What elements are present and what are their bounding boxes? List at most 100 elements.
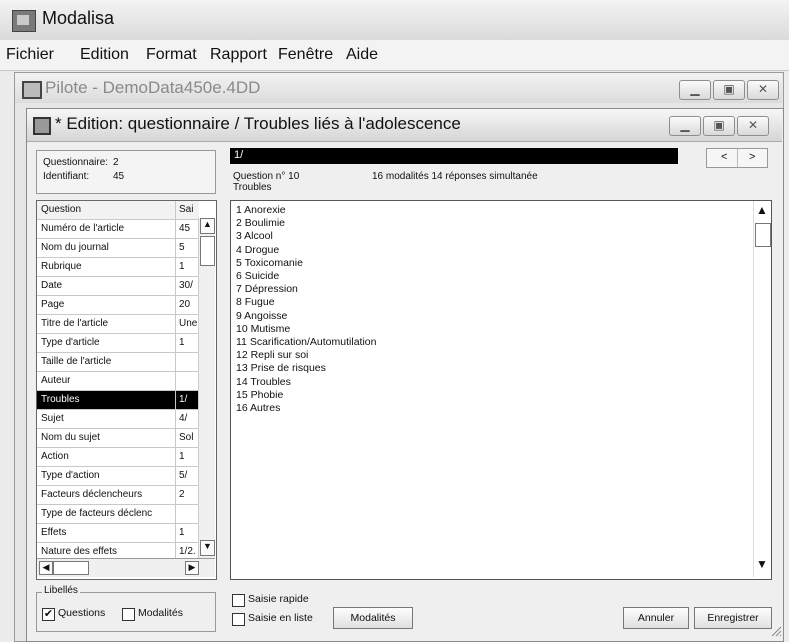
saisie-liste-checkbox[interactable]	[232, 613, 245, 626]
scroll-right-icon[interactable]: ▶	[185, 561, 199, 575]
questionnaire-label: Questionnaire:	[43, 157, 109, 168]
grid-cell-saisie: 1	[179, 261, 185, 272]
app-logo-icon	[12, 10, 36, 32]
grid-cell-question: Rubrique	[41, 261, 82, 272]
grid-cell-saisie: 1/	[179, 394, 188, 405]
grid-cell-question: Nature des effets	[41, 546, 117, 557]
grid-row[interactable]: Action 1	[37, 448, 199, 467]
pilote-maximize-button[interactable]: ▣	[713, 80, 745, 100]
grid-row[interactable]: Auteur	[37, 372, 199, 391]
grid-cell-saisie: 2	[179, 489, 185, 500]
resize-grip-icon[interactable]	[770, 624, 782, 637]
grid-row[interactable]: Sujet 4/	[37, 410, 199, 429]
questions-checkbox[interactable]: ✔	[42, 608, 55, 621]
scroll-thumb[interactable]	[755, 223, 771, 247]
grid-row[interactable]: Taille de l'article	[37, 353, 199, 372]
menu-edition[interactable]: Edition	[80, 46, 129, 64]
question-navigation: < >	[706, 148, 768, 168]
grid-row[interactable]: Date 30/	[37, 277, 199, 296]
grid-row[interactable]: Type d'article 1	[37, 334, 199, 353]
answer-field[interactable]	[230, 148, 678, 164]
window-icon	[22, 81, 42, 99]
grid-cell-saisie: 1	[179, 337, 185, 348]
list-vertical-scrollbar[interactable]: ▲ ▼	[753, 201, 771, 577]
modalites-button[interactable]: Modalités	[333, 607, 413, 629]
menu-fenetre[interactable]: Fenêtre	[278, 46, 333, 64]
grid-row[interactable]: Type de facteurs déclenc	[37, 505, 199, 524]
next-question-button[interactable]: >	[749, 151, 755, 163]
modality-item[interactable]: 3 Alcool	[236, 230, 273, 242]
scroll-thumb[interactable]	[53, 561, 89, 575]
edition-close-button[interactable]: ✕	[737, 116, 769, 136]
modality-item[interactable]: 13 Prise de risques	[236, 362, 326, 374]
grid-row[interactable]: Numéro de l'article 45	[37, 220, 199, 239]
grid-cell-question: Type de facteurs déclenc	[41, 508, 153, 519]
modality-item[interactable]: 1 Anorexie	[236, 204, 286, 216]
grid-cell-saisie: Une	[179, 318, 198, 329]
modality-item[interactable]: 10 Mutisme	[236, 323, 290, 335]
modalities-list[interactable]: 1 Anorexie 2 Boulimie 3 Alcool 4 Drogue 5 To…	[230, 200, 772, 580]
menu-rapport[interactable]: Rapport	[210, 46, 267, 64]
previous-question-button[interactable]: <	[721, 151, 727, 163]
grid-cell-question: Facteurs déclencheurs	[41, 489, 143, 500]
scroll-down-icon[interactable]: ▼	[200, 540, 215, 556]
grid-vertical-scrollbar[interactable]: ▲ ▼	[198, 218, 215, 560]
grid-row[interactable]: Titre de l'article Une	[37, 315, 199, 334]
pilote-close-button[interactable]: ✕	[747, 80, 779, 100]
edition-maximize-button[interactable]: ▣	[703, 116, 735, 136]
grid-cell-saisie: Sol	[179, 432, 194, 443]
modality-item[interactable]: 15 Phobie	[236, 389, 283, 401]
grid-row[interactable]: Effets 1	[37, 524, 199, 543]
scroll-up-icon[interactable]: ▲	[755, 203, 769, 221]
modality-item[interactable]: 9 Angoisse	[236, 310, 287, 322]
modalites-checkbox-label: Modalités	[138, 607, 183, 619]
grid-cell-question: Taille de l'article	[41, 356, 112, 367]
modalites-checkbox[interactable]	[122, 608, 135, 621]
grid-row[interactable]: Facteurs déclencheurs 2	[37, 486, 199, 505]
scroll-left-icon[interactable]: ◀	[39, 561, 53, 575]
menu-fichier[interactable]: Fichier	[6, 46, 54, 64]
libelles-title: Libellés	[42, 585, 80, 596]
grid-row[interactable]: Troubles 1/	[37, 391, 199, 410]
grid-cell-saisie: 1/2.	[179, 546, 196, 557]
app-title-bar	[0, 0, 789, 41]
grid-cell-question: Nom du sujet	[41, 432, 100, 443]
grid-row[interactable]: Type d'action 5/	[37, 467, 199, 486]
grid-cell-question: Action	[41, 451, 69, 462]
saisie-rapide-label: Saisie rapide	[248, 593, 309, 605]
scroll-down-icon[interactable]: ▼	[755, 557, 769, 575]
grid-header: Question Sai	[37, 201, 199, 220]
column-header-question[interactable]: Question	[41, 204, 173, 215]
grid-row[interactable]: Nom du journal 5	[37, 239, 199, 258]
saisie-liste-label: Saisie en liste	[248, 612, 313, 624]
edition-minimize-button[interactable]: ▁	[669, 116, 701, 136]
grid-row[interactable]: Rubrique 1	[37, 258, 199, 277]
grid-cell-saisie: 45	[179, 223, 191, 234]
modality-item[interactable]: 8 Fugue	[236, 296, 275, 308]
scroll-up-icon[interactable]: ▲	[200, 218, 215, 234]
grid-cell-saisie: 5/	[179, 470, 188, 481]
questions-grid[interactable]: Question Sai Numéro de l'article 45 Nom du…	[36, 200, 217, 580]
modality-item[interactable]: 7 Dépression	[236, 283, 298, 295]
grid-cell-question: Sujet	[41, 413, 64, 424]
pilote-minimize-button[interactable]: ▁	[679, 80, 711, 100]
modality-item[interactable]: 2 Boulimie	[236, 217, 285, 229]
modality-item[interactable]: 6 Suicide	[236, 270, 279, 282]
modality-item[interactable]: 14 Troubles	[236, 376, 291, 388]
menu-aide[interactable]: Aide	[346, 46, 378, 64]
column-header-saisie[interactable]: Sai	[179, 204, 199, 215]
scroll-thumb[interactable]	[200, 236, 215, 266]
modality-item[interactable]: 12 Repli sur soi	[236, 349, 308, 361]
identifiant-value: 45	[113, 171, 125, 182]
modality-item[interactable]: 16 Autres	[236, 402, 280, 414]
grid-horizontal-scrollbar[interactable]: ◀ ▶	[37, 558, 215, 577]
save-button[interactable]: Enregistrer	[694, 607, 772, 629]
saisie-rapide-checkbox[interactable]	[232, 594, 245, 607]
modality-item[interactable]: 4 Drogue	[236, 244, 279, 256]
menu-format[interactable]: Format	[146, 46, 197, 64]
modality-item[interactable]: 11 Scarification/Automutilation	[236, 336, 376, 348]
cancel-button[interactable]: Annuler	[623, 607, 689, 629]
grid-row[interactable]: Page 20	[37, 296, 199, 315]
modality-item[interactable]: 5 Toxicomanie	[236, 257, 303, 269]
grid-row[interactable]: Nom du sujet Sol	[37, 429, 199, 448]
